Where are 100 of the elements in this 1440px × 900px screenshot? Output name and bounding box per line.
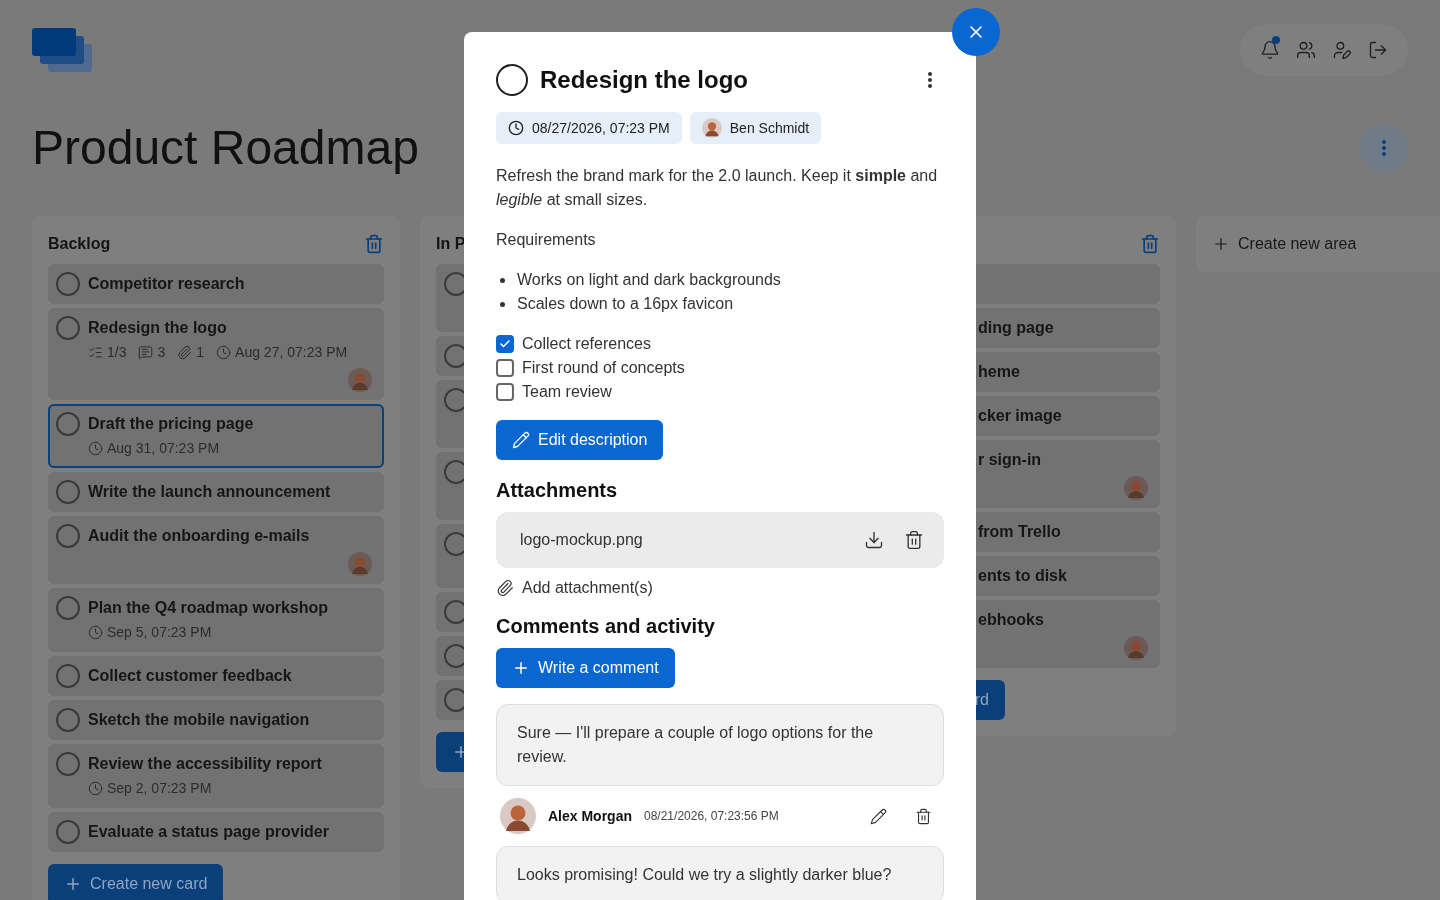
card-title: r sign-in bbox=[978, 450, 1042, 470]
complete-toggle[interactable] bbox=[56, 708, 80, 732]
complete-toggle[interactable] bbox=[56, 820, 80, 844]
description-subheading: Requirements bbox=[496, 230, 597, 250]
bullet-text: Scales down to a 16px favicon bbox=[517, 294, 734, 314]
card-title: from Trello bbox=[978, 522, 1061, 542]
checklist-label: Team review bbox=[522, 382, 612, 402]
paperclip-icon bbox=[177, 344, 193, 360]
task-card[interactable]: Review the accessibility report Sep 2, 07:23 PM bbox=[48, 744, 384, 808]
complete-toggle[interactable] bbox=[56, 524, 80, 548]
task-card[interactable]: Sketch the mobile navigation bbox=[48, 700, 384, 740]
task-card[interactable]: Collect customer feedback bbox=[48, 656, 384, 696]
checklist-label: First round of concepts bbox=[522, 358, 685, 378]
section-heading: Comments and activity bbox=[496, 614, 716, 639]
more-icon[interactable] bbox=[928, 72, 932, 88]
add-attachment-button[interactable]: Add attachment(s) bbox=[496, 576, 653, 600]
app-logo bbox=[32, 28, 92, 74]
checklist-icon bbox=[88, 344, 103, 360]
card-title: Evaluate a status page provider bbox=[88, 822, 329, 842]
avatar bbox=[500, 798, 536, 834]
card-title: heme bbox=[978, 362, 1020, 382]
complete-toggle[interactable] bbox=[56, 752, 80, 776]
complete-toggle[interactable] bbox=[56, 272, 80, 296]
card-title: ebhooks bbox=[978, 610, 1044, 630]
write-comment-button[interactable]: Write a comment bbox=[496, 648, 675, 688]
badge-text: 1 bbox=[196, 343, 205, 362]
card-title: Audit the onboarding e-mails bbox=[88, 526, 310, 546]
trash-icon[interactable] bbox=[915, 807, 932, 825]
logout-icon[interactable] bbox=[1368, 40, 1388, 60]
description-text: Refresh the brand mark for the 2.0 launch. Keep it simple and legible at small sizes. bbox=[496, 166, 939, 210]
complete-toggle[interactable] bbox=[56, 480, 80, 504]
card-title: cker image bbox=[978, 406, 1062, 426]
plus-icon bbox=[1212, 235, 1230, 253]
column-title: Backlog bbox=[48, 234, 111, 254]
check-icon bbox=[499, 338, 511, 350]
users-icon[interactable] bbox=[1296, 40, 1316, 60]
board-title: Product Roadmap bbox=[32, 120, 419, 176]
avatar bbox=[348, 552, 372, 576]
dialog-title: Redesign the logo bbox=[540, 65, 749, 95]
avatar bbox=[701, 118, 722, 138]
comment-author: Alex Morgan bbox=[548, 807, 632, 826]
trash-icon[interactable] bbox=[904, 530, 924, 550]
complete-toggle[interactable] bbox=[56, 316, 80, 340]
close-button[interactable] bbox=[952, 8, 1000, 56]
clock-icon bbox=[216, 344, 232, 360]
card-title: Review the accessibility report bbox=[88, 754, 322, 774]
complete-toggle[interactable] bbox=[56, 664, 80, 688]
card-title: Collect customer feedback bbox=[88, 666, 292, 686]
card-title: Write the launch announcement bbox=[88, 482, 331, 502]
comment-icon bbox=[138, 344, 154, 360]
task-card[interactable]: Redesign the logo 1/3 3 1 Aug 27, 07:23 PM bbox=[48, 308, 384, 400]
badge-text: Sep 2, 07:23 PM bbox=[107, 779, 212, 798]
edit-icon[interactable] bbox=[870, 807, 887, 825]
comment-text: Sure — I'll prepare a couple of logo options for the review. bbox=[517, 723, 875, 767]
checklist-label: Collect references bbox=[522, 334, 651, 354]
edit-profile-icon[interactable] bbox=[1332, 40, 1352, 60]
checkbox[interactable] bbox=[496, 335, 514, 353]
plus-icon bbox=[512, 659, 530, 677]
card-title: Plan the Q4 roadmap workshop bbox=[88, 598, 329, 618]
avatar bbox=[1124, 476, 1148, 500]
clock-icon bbox=[88, 624, 103, 640]
badge-text: Sep 5, 07:23 PM bbox=[107, 623, 212, 642]
badge-text: Aug 31, 07:23 PM bbox=[107, 439, 220, 458]
clock-icon bbox=[88, 780, 103, 796]
complete-toggle[interactable] bbox=[496, 64, 528, 96]
badge-text: Aug 27, 07:23 PM bbox=[235, 343, 348, 362]
task-card[interactable]: Plan the Q4 roadmap workshop Sep 5, 07:23 PM bbox=[48, 588, 384, 652]
card-title: Redesign the logo bbox=[88, 318, 227, 338]
create-card-button[interactable]: Create new card bbox=[48, 864, 224, 900]
badge-text: 1/3 bbox=[107, 343, 127, 362]
checkbox[interactable] bbox=[496, 383, 514, 401]
complete-toggle[interactable] bbox=[56, 412, 80, 436]
paperclip-icon bbox=[496, 579, 514, 597]
comment-time: 08/21/2026, 07:23:56 PM bbox=[644, 808, 780, 824]
task-card[interactable]: Write the launch announcement bbox=[48, 472, 384, 512]
card-title: Sketch the mobile navigation bbox=[88, 710, 310, 730]
badge-text: 3 bbox=[157, 343, 166, 362]
complete-toggle[interactable] bbox=[56, 596, 80, 620]
create-area-button[interactable]: Create new area bbox=[1196, 216, 1440, 272]
section-heading: Attachments bbox=[496, 478, 619, 503]
checkbox[interactable] bbox=[496, 359, 514, 377]
task-card[interactable]: Audit the onboarding e-mails bbox=[48, 516, 384, 584]
clock-icon bbox=[508, 120, 524, 136]
task-card[interactable]: Draft the pricing page Aug 31, 07:23 PM bbox=[48, 404, 384, 468]
card-title: ding page bbox=[978, 318, 1054, 338]
avatar bbox=[1124, 636, 1148, 660]
task-card[interactable]: Competitor research bbox=[48, 264, 384, 304]
card-title: ents to disk bbox=[978, 566, 1067, 586]
card-title: Draft the pricing page bbox=[88, 414, 254, 434]
comment-text: Looks promising! Could we try a slightly darker blue? bbox=[517, 865, 893, 885]
due-date-chip[interactable]: 08/27/2026, 07:23 PM bbox=[496, 112, 682, 144]
task-card[interactable]: Evaluate a status page provider bbox=[48, 812, 384, 852]
clock-icon bbox=[88, 440, 103, 456]
more-icon bbox=[1382, 140, 1386, 156]
bullet-text: Works on light and dark backgrounds bbox=[517, 270, 781, 290]
card-title: Competitor research bbox=[88, 274, 245, 294]
avatar bbox=[348, 368, 372, 392]
assignee-chip[interactable]: Ben Schmidt bbox=[689, 112, 822, 144]
edit-description-button[interactable]: Edit description bbox=[496, 420, 664, 460]
download-icon[interactable] bbox=[864, 530, 884, 550]
